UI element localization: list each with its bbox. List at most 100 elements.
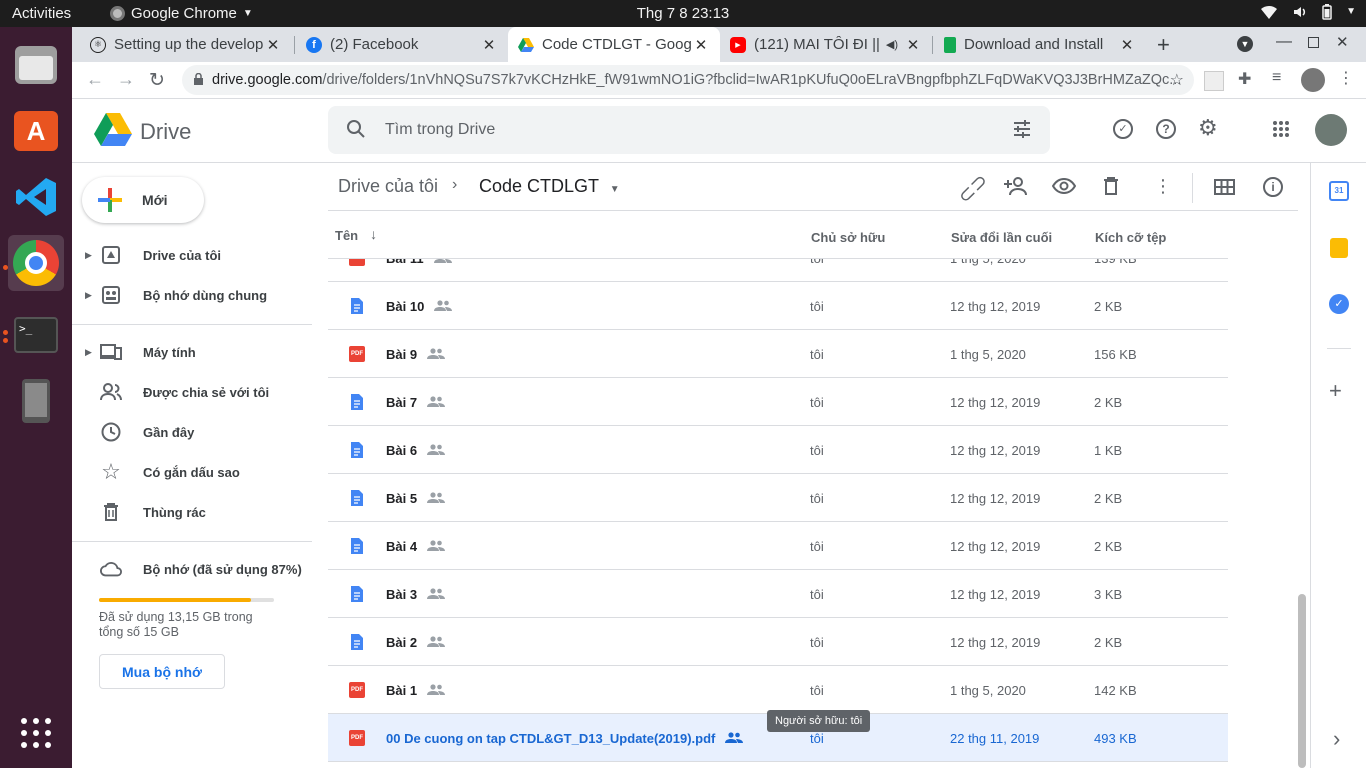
breadcrumb-root[interactable]: Drive của tôi [338, 176, 438, 197]
show-apps-grid-icon[interactable] [8, 705, 64, 761]
search-icon[interactable] [346, 119, 366, 142]
file-name[interactable]: Bài 10 [386, 282, 424, 330]
column-owner-header[interactable]: Chủ sở hữu [811, 230, 885, 245]
extensions-puzzle-icon[interactable]: ✚ [1238, 69, 1251, 89]
file-row[interactable]: Bài 3 tôi 12 thg 12, 2019 3 KB [328, 570, 1228, 618]
file-row[interactable]: Bài 6 tôi 12 thg 12, 2019 1 KB [328, 426, 1228, 474]
back-arrow-icon[interactable]: ← [86, 69, 104, 90]
apps-grid-icon[interactable] [1272, 120, 1290, 141]
extension-qr-icon[interactable] [1204, 71, 1224, 91]
grid-view-icon[interactable] [1214, 179, 1235, 198]
file-name[interactable]: Bài 11 [386, 259, 424, 282]
scrollbar-thumb[interactable] [1298, 594, 1306, 768]
app-menu[interactable]: Google Chrome ▼ [110, 5, 253, 22]
maximize-icon[interactable] [1308, 37, 1319, 48]
file-row[interactable]: Bài 2 tôi 12 thg 12, 2019 2 KB [328, 618, 1228, 666]
trash-icon[interactable] [1103, 177, 1119, 198]
file-row[interactable]: Bài 10 tôi 12 thg 12, 2019 2 KB [328, 282, 1228, 330]
caret-right-icon[interactable]: ▶ [85, 290, 92, 301]
buy-storage-button[interactable]: Mua bộ nhớ [99, 654, 225, 689]
add-addon-plus-icon[interactable]: + [1329, 378, 1342, 404]
phone-device-icon[interactable] [8, 373, 64, 429]
help-icon[interactable]: ? [1156, 119, 1176, 139]
caret-right-icon[interactable]: ▶ [85, 250, 92, 261]
files-app-icon[interactable] [8, 37, 64, 93]
file-name[interactable]: 00 De cuong on tap CTDL&GT_D13_Update(20… [386, 714, 715, 762]
close-icon[interactable]: ✕ [692, 36, 710, 54]
activities-button[interactable]: Activities [12, 5, 71, 22]
close-icon[interactable]: ✕ [904, 36, 922, 54]
tab-youtube[interactable]: ▶ (121) MAI TÔI ĐI || ◀) ✕ [720, 27, 932, 62]
tab-react[interactable]: ⚛ Setting up the develop ✕ [80, 27, 292, 62]
close-window-icon[interactable]: ✕ [1336, 33, 1349, 51]
file-name[interactable]: Bài 2 [386, 618, 417, 666]
close-icon[interactable]: ✕ [264, 36, 282, 54]
file-name[interactable]: Bài 5 [386, 474, 417, 522]
file-row[interactable]: Bài 4 tôi 12 thg 12, 2019 2 KB [328, 522, 1228, 570]
breadcrumb-current[interactable]: Code CTDLGT ▼ [479, 176, 620, 197]
caret-right-icon[interactable]: ▶ [85, 347, 92, 358]
speaker-icon[interactable]: ◀) [886, 38, 898, 51]
file-row[interactable]: PDF Bài 9 tôi 1 thg 5, 2020 156 KB [328, 330, 1228, 378]
file-name[interactable]: Bài 7 [386, 378, 417, 426]
tab-facebook[interactable]: f (2) Facebook ✕ [296, 27, 508, 62]
sidebar-item-my-drive[interactable]: ▶ Drive của tôi [72, 237, 312, 273]
sidebar-item-shared-drives[interactable]: ▶ Bộ nhớ dùng chung [72, 277, 312, 313]
profile-avatar-icon[interactable] [1301, 68, 1325, 92]
close-icon[interactable]: ✕ [1118, 36, 1136, 54]
chevron-right-icon[interactable]: › [1333, 726, 1340, 752]
sidebar-item-recent[interactable]: Gần đây [72, 414, 312, 450]
vscode-icon[interactable] [8, 169, 64, 225]
sidebar-item-storage[interactable]: Bộ nhớ (đã sử dụng 87%) [72, 551, 312, 587]
search-input[interactable]: Tìm trong Drive [385, 121, 495, 139]
sidebar-item-trash[interactable]: Thùng rác [72, 494, 312, 530]
get-link-icon[interactable]: ⊂⊃ [952, 168, 993, 209]
account-avatar[interactable] [1315, 114, 1347, 146]
offline-check-icon[interactable]: ✓ [1113, 119, 1133, 139]
tasks-icon[interactable]: ✓ [1329, 294, 1349, 314]
preview-eye-icon[interactable] [1051, 177, 1077, 197]
sidebar-item-computers[interactable]: ▶ Máy tính [72, 334, 312, 370]
close-icon[interactable]: ✕ [480, 36, 498, 54]
sidebar-item-starred[interactable]: ☆ Có gắn dấu sao [72, 454, 312, 490]
address-bar[interactable]: drive.google.com/drive/folders/1nVhNQSu7… [182, 65, 1194, 95]
share-add-person-icon[interactable] [1004, 176, 1028, 199]
info-icon[interactable]: i [1263, 177, 1283, 197]
column-size-header[interactable]: Kích cỡ tệp [1095, 230, 1166, 245]
software-center-icon[interactable]: A [8, 103, 64, 159]
calendar-icon[interactable]: 31 [1329, 181, 1349, 201]
file-row[interactable]: Bài 7 tôi 12 thg 12, 2019 2 KB [328, 378, 1228, 426]
search-bar[interactable]: Tìm trong Drive [328, 106, 1050, 154]
chrome-dock-icon[interactable] [8, 235, 64, 291]
column-name-header[interactable]: Tên ↓ [335, 226, 377, 243]
column-modified-header[interactable]: Sửa đổi lần cuối [951, 230, 1052, 245]
file-row[interactable]: Bài 5 tôi 12 thg 12, 2019 2 KB [328, 474, 1228, 522]
file-name[interactable]: Bài 1 [386, 666, 417, 714]
bookmark-star-icon[interactable]: ☆ [1170, 70, 1184, 90]
drive-logo[interactable]: Drive [94, 113, 191, 150]
file-row[interactable]: PDF Bài 11 tôi 1 thg 5, 2020 139 KB [328, 259, 1228, 282]
keep-icon[interactable] [1330, 238, 1348, 258]
tab-search-icon[interactable]: ▼ [1237, 36, 1253, 52]
sidebar-item-shared-with-me[interactable]: Được chia sẻ với tôi [72, 374, 312, 410]
menu-kebab-icon[interactable]: ⋮ [1338, 68, 1354, 88]
new-button[interactable]: Mới [82, 177, 204, 223]
tab-mongodb[interactable]: Download and Install ✕ [934, 27, 1146, 62]
system-tray[interactable]: ▼ [1260, 4, 1356, 23]
file-name[interactable]: Bài 6 [386, 426, 417, 474]
tab-google-drive[interactable]: Code CTDLGT - Google ✕ [508, 27, 720, 62]
sort-arrow-down-icon[interactable]: ↓ [370, 226, 377, 243]
media-control-icon[interactable]: ≡ [1272, 69, 1281, 87]
new-tab-plus-icon[interactable]: + [1157, 32, 1170, 58]
settings-gear-icon[interactable]: ⚙ [1198, 115, 1218, 141]
file-name[interactable]: Bài 4 [386, 522, 417, 570]
scrollbar-track[interactable] [1296, 211, 1306, 768]
more-actions-icon[interactable]: ⋮ [1154, 176, 1172, 197]
file-name[interactable]: Bài 9 [386, 330, 417, 378]
file-name[interactable]: Bài 3 [386, 570, 417, 618]
terminal-icon[interactable]: >_ [8, 307, 64, 363]
file-row[interactable]: PDF Bài 1 tôi 1 thg 5, 2020 142 KB [328, 666, 1228, 714]
forward-arrow-icon[interactable]: → [117, 69, 135, 90]
minimize-icon[interactable]: — [1276, 33, 1292, 51]
search-options-icon[interactable] [1012, 119, 1032, 142]
